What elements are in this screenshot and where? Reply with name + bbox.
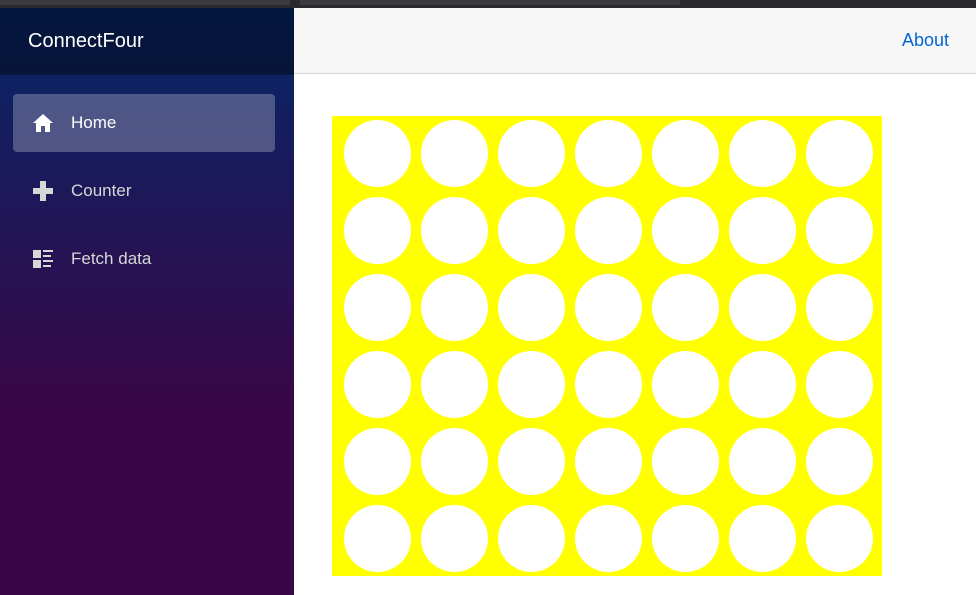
app-window: ConnectFour Home Counter Fetch data Abou… (0, 0, 976, 595)
board-cell[interactable] (806, 197, 873, 264)
board-cell[interactable] (729, 197, 796, 264)
board-cell[interactable] (729, 505, 796, 572)
board-cell[interactable] (498, 351, 565, 418)
window-strip-segment (300, 0, 680, 5)
board-cell[interactable] (729, 120, 796, 187)
board-cell[interactable] (575, 428, 642, 495)
board-cell[interactable] (729, 351, 796, 418)
list-rich-icon (31, 247, 55, 271)
board-cell[interactable] (421, 274, 488, 341)
brand-title[interactable]: ConnectFour (28, 30, 144, 53)
board-cell[interactable] (344, 197, 411, 264)
board-cell[interactable] (652, 505, 719, 572)
board-cell[interactable] (498, 197, 565, 264)
top-row: About (294, 8, 976, 74)
nav-menu: Home Counter Fetch data (0, 75, 294, 288)
board-cell[interactable] (498, 505, 565, 572)
board-cell[interactable] (344, 351, 411, 418)
board-cell[interactable] (806, 351, 873, 418)
sidebar-item-label: Home (71, 113, 117, 132)
board-cell[interactable] (344, 274, 411, 341)
plus-icon (31, 179, 55, 203)
sidebar-item-label: Fetch data (71, 249, 152, 268)
board-cell[interactable] (806, 428, 873, 495)
board-cell[interactable] (421, 120, 488, 187)
board-cell[interactable] (421, 351, 488, 418)
sidebar-item-label: Counter (71, 181, 132, 200)
sidebar-item-fetch-data[interactable]: Fetch data (13, 230, 275, 288)
board-cell[interactable] (652, 274, 719, 341)
board-cell[interactable] (575, 120, 642, 187)
board-cell[interactable] (575, 274, 642, 341)
sidebar-item-home[interactable]: Home (13, 94, 275, 152)
board-cell[interactable] (344, 120, 411, 187)
sidebar-item-counter[interactable]: Counter (13, 162, 275, 220)
board-cell[interactable] (729, 274, 796, 341)
board-cell[interactable] (421, 428, 488, 495)
board-cell[interactable] (498, 428, 565, 495)
window-strip-segment (0, 0, 290, 5)
board-cell[interactable] (652, 351, 719, 418)
board-cell[interactable] (344, 428, 411, 495)
board-cell[interactable] (575, 197, 642, 264)
main-content (294, 74, 976, 595)
about-link[interactable]: About (902, 30, 949, 51)
brand-bar: ConnectFour (0, 8, 294, 75)
board-cell[interactable] (729, 428, 796, 495)
board-cell[interactable] (498, 120, 565, 187)
board-cell[interactable] (652, 428, 719, 495)
board-cell[interactable] (806, 120, 873, 187)
board-cell[interactable] (806, 274, 873, 341)
board-cell[interactable] (575, 351, 642, 418)
board-cell[interactable] (498, 274, 565, 341)
board-cell[interactable] (421, 505, 488, 572)
board-cell[interactable] (344, 505, 411, 572)
window-top-strip (0, 0, 976, 8)
sidebar: ConnectFour Home Counter Fetch data (0, 8, 294, 595)
board-cell[interactable] (652, 120, 719, 187)
board-cell[interactable] (806, 505, 873, 572)
board-cell[interactable] (652, 197, 719, 264)
board-cell[interactable] (421, 197, 488, 264)
connect-four-board (332, 116, 882, 576)
home-icon (31, 111, 55, 135)
board-cell[interactable] (575, 505, 642, 572)
